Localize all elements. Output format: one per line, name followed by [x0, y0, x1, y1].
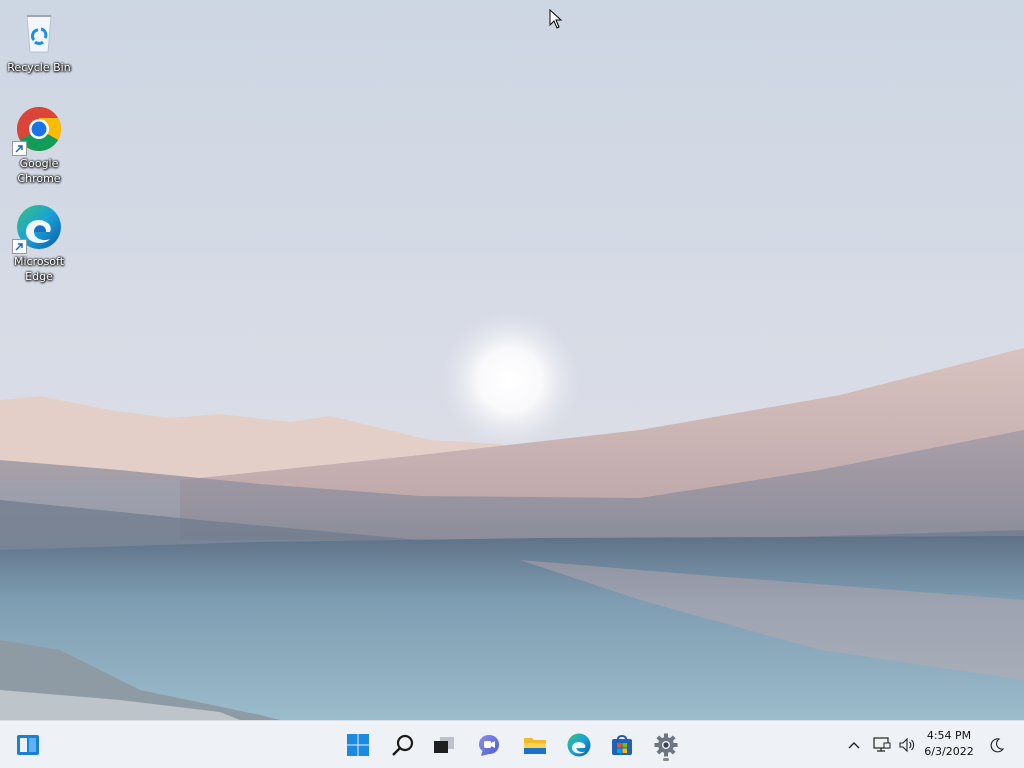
- shortcut-arrow-icon: [12, 141, 27, 156]
- gear-icon: [654, 733, 678, 757]
- desktop-icon-label: Recycle Bin: [7, 61, 71, 74]
- recycle-bin-icon: [14, 8, 64, 58]
- tray-clock[interactable]: 4:54 PM 6/3/2022: [918, 728, 980, 760]
- desktop-icon-label: Google Chrome: [17, 157, 61, 185]
- taskbar-chat-button[interactable]: [471, 728, 507, 762]
- taskbar-store-button[interactable]: [604, 728, 640, 762]
- desktop-icon-label: Microsoft Edge: [13, 255, 65, 283]
- windows-start-icon: [347, 734, 369, 756]
- taskbar: 4:54 PM 6/3/2022: [0, 720, 1024, 768]
- taskbar-task-view-button[interactable]: [426, 728, 462, 762]
- edge-icon: [567, 733, 591, 757]
- desktop-icon-recycle-bin[interactable]: Recycle Bin: [4, 8, 74, 75]
- desktop-icon-microsoft-edge[interactable]: Microsoft Edge: [4, 202, 74, 284]
- shortcut-arrow-icon: [12, 239, 27, 254]
- tray-focus-assist[interactable]: [986, 721, 1008, 768]
- mouse-cursor-icon: [549, 9, 563, 29]
- network-icon: [873, 737, 891, 752]
- chrome-icon: [12, 104, 64, 156]
- widgets-icon: [17, 735, 39, 755]
- taskbar-search-button[interactable]: [385, 728, 421, 762]
- taskbar-file-explorer-button[interactable]: [517, 728, 553, 762]
- tray-volume[interactable]: [897, 721, 919, 768]
- teams-chat-icon: [479, 735, 499, 756]
- running-indicator: [663, 758, 669, 761]
- tray-network[interactable]: [872, 721, 892, 768]
- chevron-up-icon: [848, 742, 860, 749]
- taskbar-start-button[interactable]: [340, 728, 376, 762]
- desktop-wallpaper: [0, 0, 1024, 720]
- tray-overflow-chevron[interactable]: [844, 721, 864, 768]
- search-icon: [392, 734, 414, 756]
- speaker-icon: [899, 737, 915, 753]
- desktop-icon-google-chrome[interactable]: Google Chrome: [4, 104, 74, 186]
- clock-time: 4:54 PM: [926, 729, 972, 742]
- taskbar-settings-button[interactable]: [648, 728, 684, 762]
- moon-icon: [990, 738, 1005, 753]
- task-view-icon: [434, 737, 454, 753]
- clock-date: 6/3/2022: [924, 745, 974, 758]
- store-icon: [612, 735, 632, 755]
- folder-icon: [524, 738, 546, 754]
- edge-icon: [12, 202, 64, 254]
- taskbar-edge-button[interactable]: [561, 728, 597, 762]
- taskbar-widgets-button[interactable]: [10, 728, 46, 762]
